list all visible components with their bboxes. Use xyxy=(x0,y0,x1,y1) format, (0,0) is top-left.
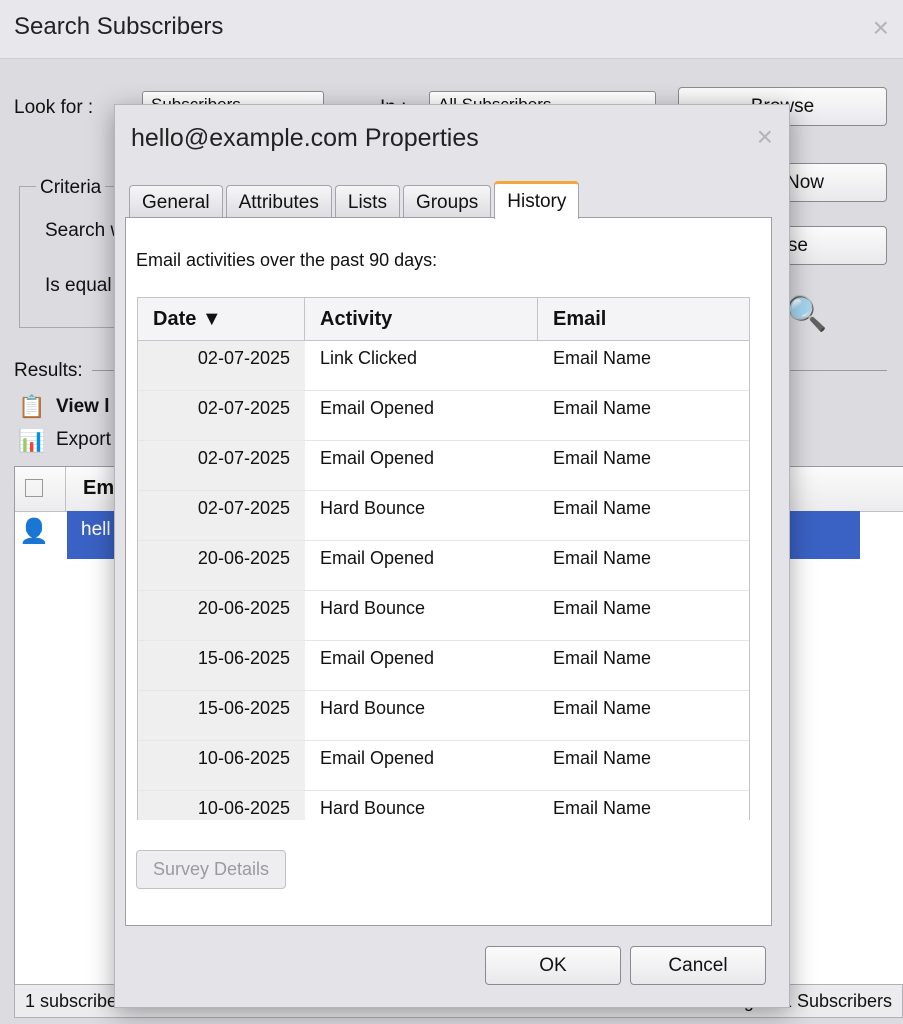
cell-date: 15-06-2025 xyxy=(138,691,305,740)
column-activity[interactable]: Activity xyxy=(305,298,538,340)
history-panel: Email activities over the past 90 days: … xyxy=(125,217,772,926)
header-email[interactable]: Em xyxy=(83,477,114,500)
is-equal-label: Is equal xyxy=(45,275,112,296)
look-for-label: Look for : xyxy=(14,97,94,118)
history-table[interactable]: Date ▼ Activity Email 02-07-2025 Link Cli… xyxy=(137,297,750,820)
tab-attributes[interactable]: Attributes xyxy=(225,185,332,219)
table-row[interactable]: 02-07-2025 Email Opened Email Name xyxy=(138,441,749,491)
survey-details-button[interactable]: Survey Details xyxy=(136,850,286,889)
tab-groups[interactable]: Groups xyxy=(402,185,492,219)
cell-activity: Link Clicked xyxy=(320,348,418,368)
header-divider xyxy=(65,467,66,511)
tab-lists[interactable]: Lists xyxy=(334,185,400,219)
export-icon[interactable]: 📊 xyxy=(18,428,45,454)
cell-activity: Email Opened xyxy=(320,448,435,468)
cell-activity: Hard Bounce xyxy=(320,798,426,818)
cell-activity: Email Opened xyxy=(320,398,435,418)
cell-activity: Hard Bounce xyxy=(320,498,426,518)
cell-email: Email Name xyxy=(553,798,652,818)
row-email: hell xyxy=(81,519,111,540)
cell-date: 02-07-2025 xyxy=(138,441,305,490)
cell-date: 15-06-2025 xyxy=(138,641,305,690)
export-link[interactable]: Export xyxy=(56,429,111,451)
table-row[interactable]: 15-06-2025 Hard Bounce Email Name xyxy=(138,691,749,741)
search-within-label: Search w xyxy=(45,220,125,241)
cell-email: Email Name xyxy=(553,548,652,568)
view-properties-link[interactable]: View l xyxy=(56,396,110,418)
tab-strip: General Attributes Lists Groups History xyxy=(129,181,580,219)
cell-activity: Email Opened xyxy=(320,748,435,768)
magnifier-icon: 🔍 xyxy=(785,295,828,333)
column-date[interactable]: Date ▼ xyxy=(138,298,305,340)
cell-date: 10-06-2025 xyxy=(138,741,305,790)
cell-date: 02-07-2025 xyxy=(138,341,305,390)
subscriber-icon: 👤 xyxy=(19,518,49,545)
tab-history[interactable]: History xyxy=(494,181,580,219)
table-row[interactable]: 20-06-2025 Hard Bounce Email Name xyxy=(138,591,749,641)
cancel-button[interactable]: Cancel xyxy=(630,946,766,985)
history-table-header: Date ▼ Activity Email xyxy=(138,298,749,341)
cell-email: Email Name xyxy=(553,398,652,418)
cell-date: 02-07-2025 xyxy=(138,491,305,540)
history-table-body: 02-07-2025 Link Clicked Email Name 02-07-20… xyxy=(138,341,749,820)
table-row[interactable]: 02-07-2025 Hard Bounce Email Name xyxy=(138,491,749,541)
cell-date: 02-07-2025 xyxy=(138,391,305,440)
view-properties-icon[interactable]: 📋 xyxy=(18,394,45,420)
column-email[interactable]: Email xyxy=(538,298,749,340)
dialog-title: hello@example.com Properties xyxy=(131,124,479,152)
table-row[interactable]: 10-06-2025 Hard Bounce Email Name xyxy=(138,791,749,820)
ok-button[interactable]: OK xyxy=(485,946,621,985)
cell-date: 10-06-2025 xyxy=(138,791,305,820)
table-row[interactable]: 02-07-2025 Link Clicked Email Name xyxy=(138,341,749,391)
cell-email: Email Name xyxy=(553,648,652,668)
cell-email: Email Name xyxy=(553,498,652,518)
window-titlebar: Search Subscribers × xyxy=(0,0,903,59)
select-all-checkbox-icon[interactable] xyxy=(25,479,43,497)
results-label: Results: xyxy=(14,360,83,381)
cell-email: Email Name xyxy=(553,448,652,468)
cell-date: 20-06-2025 xyxy=(138,541,305,590)
history-description: Email activities over the past 90 days: xyxy=(136,250,438,270)
cell-activity: Email Opened xyxy=(320,548,435,568)
cell-activity: Hard Bounce xyxy=(320,598,426,618)
properties-dialog: hello@example.com Properties × General A… xyxy=(114,104,790,1008)
cell-email: Email Name xyxy=(553,748,652,768)
cell-email: Email Name xyxy=(553,598,652,618)
window-title: Search Subscribers xyxy=(14,13,224,40)
window-close-icon[interactable]: × xyxy=(873,12,889,44)
cell-activity: Email Opened xyxy=(320,648,435,668)
criteria-label: Criteria xyxy=(36,177,106,199)
tab-general[interactable]: General xyxy=(129,185,223,219)
cell-email: Email Name xyxy=(553,348,652,368)
cell-email: Email Name xyxy=(553,698,652,718)
table-row[interactable]: 20-06-2025 Email Opened Email Name xyxy=(138,541,749,591)
cell-activity: Hard Bounce xyxy=(320,698,426,718)
close-icon[interactable]: × xyxy=(757,121,773,153)
table-row[interactable]: 02-07-2025 Email Opened Email Name xyxy=(138,391,749,441)
table-row[interactable]: 15-06-2025 Email Opened Email Name xyxy=(138,641,749,691)
cell-date: 20-06-2025 xyxy=(138,591,305,640)
table-row[interactable]: 10-06-2025 Email Opened Email Name xyxy=(138,741,749,791)
